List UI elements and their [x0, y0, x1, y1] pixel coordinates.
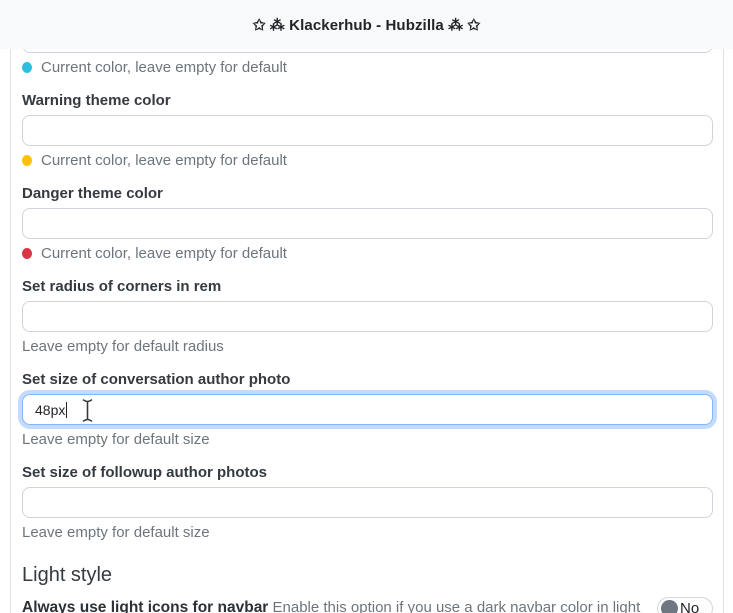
corner-radius-caption-text: Leave empty for default radius — [22, 337, 224, 356]
info-color-caption-text: Current color, leave empty for default — [41, 58, 287, 77]
danger-color-caption: Current color, leave empty for default — [22, 244, 713, 263]
navbar-light-icons-text: Always use light icons for navbar Enable… — [22, 597, 640, 613]
warning-color-caption: Current color, leave empty for default — [22, 151, 713, 170]
navbar-light-icons-row: Always use light icons for navbar Enable… — [22, 597, 713, 613]
danger-color-dot — [22, 248, 32, 259]
danger-color-label: Danger theme color — [22, 185, 713, 202]
conversation-photo-size-label: Set size of conversation author photo — [22, 371, 713, 388]
navbar-light-icons-toggle[interactable]: No — [657, 597, 713, 613]
followup-photo-size-caption-text: Leave empty for default size — [22, 523, 210, 542]
text-caret — [66, 402, 67, 418]
conversation-photo-size-value: 48px — [35, 402, 65, 418]
danger-color-caption-text: Current color, leave empty for default — [41, 244, 287, 263]
info-color-caption: Current color, leave empty for default — [22, 58, 713, 77]
followup-photo-size-group: Set size of followup author photos Leave… — [22, 464, 713, 542]
warning-color-label: Warning theme color — [22, 92, 713, 109]
warning-color-caption-text: Current color, leave empty for default — [41, 151, 287, 170]
danger-color-group: Danger theme color Current color, leave … — [22, 185, 713, 263]
page-header: ✩ ⁂ Klackerhub - Hubzilla ⁂ ✩ — [0, 0, 733, 49]
corner-radius-group: Set radius of corners in rem Leave empty… — [22, 278, 713, 356]
navbar-light-icons-help: Enable this option if you use a dark nav… — [273, 599, 641, 613]
warning-color-dot — [22, 155, 32, 166]
page-title: ✩ ⁂ Klackerhub - Hubzilla ⁂ ✩ — [253, 16, 480, 34]
conversation-photo-size-input[interactable]: 48px — [22, 394, 713, 425]
corner-radius-caption: Leave empty for default radius — [22, 337, 713, 356]
followup-photo-size-caption: Leave empty for default size — [22, 523, 713, 542]
toggle-state-label: No — [680, 600, 699, 613]
light-style-heading: Light style — [22, 562, 713, 588]
navbar-light-icons-label: Always use light icons for navbar — [22, 599, 268, 613]
followup-photo-size-input[interactable] — [22, 487, 713, 518]
toggle-knob — [661, 600, 678, 613]
conversation-photo-size-group: Set size of conversation author photo 48… — [22, 371, 713, 449]
warning-color-group: Warning theme color Current color, leave… — [22, 92, 713, 170]
warning-theme-color-input[interactable] — [22, 115, 713, 146]
conversation-photo-size-caption: Leave empty for default size — [22, 430, 713, 449]
corner-radius-input[interactable] — [22, 301, 713, 332]
info-color-dot — [22, 62, 32, 73]
corner-radius-label: Set radius of corners in rem — [22, 278, 713, 295]
followup-photo-size-label: Set size of followup author photos — [22, 464, 713, 481]
conversation-photo-size-caption-text: Leave empty for default size — [22, 430, 210, 449]
danger-theme-color-input[interactable] — [22, 208, 713, 239]
ibeam-mouse-cursor-icon — [81, 398, 94, 423]
settings-panel: Current color, leave empty for default W… — [10, 22, 724, 613]
